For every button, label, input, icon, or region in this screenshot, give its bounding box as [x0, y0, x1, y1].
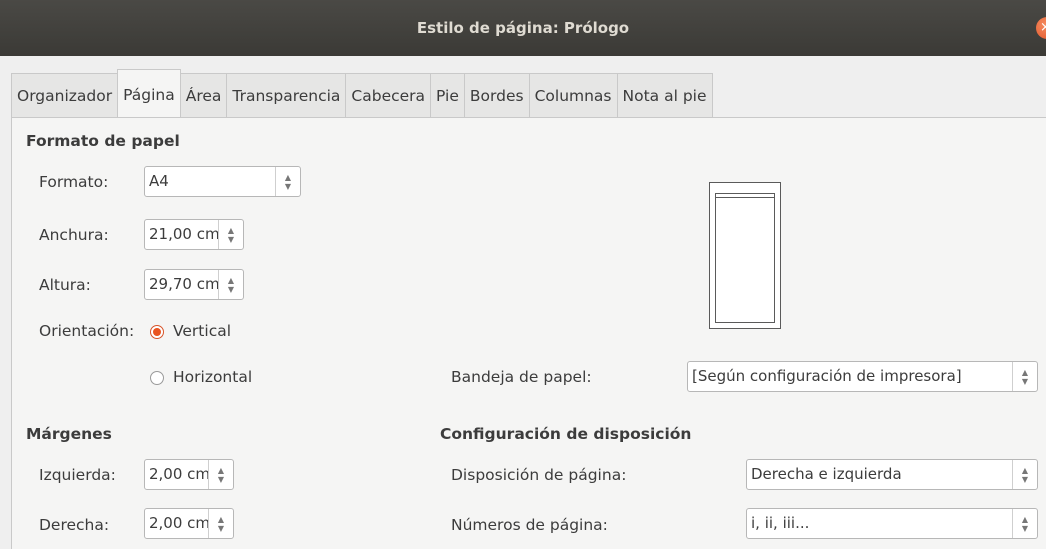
height-spinbox[interactable]: 29,70 cm ▲ ▼	[144, 269, 244, 300]
margin-right-value: 2,00 cm	[149, 514, 211, 532]
paper-tray-dropdown-arrows-icon[interactable]: ▲ ▼	[1012, 362, 1037, 391]
orientation-horizontal-radio[interactable]	[150, 371, 164, 385]
margin-right-label: Derecha:	[39, 516, 110, 534]
window-titlebar: Estilo de página: Prólogo ×	[0, 0, 1046, 56]
paper-tray-value: [Según configuración de impresora]	[692, 367, 962, 385]
page-numbers-value: i, ii, iii...	[751, 514, 810, 532]
width-stepper-icon[interactable]: ▲ ▼	[218, 220, 243, 249]
height-label: Altura:	[39, 276, 91, 294]
orientation-vertical-label[interactable]: Vertical	[173, 322, 231, 340]
format-label: Formato:	[39, 173, 109, 191]
width-label: Anchura:	[39, 226, 109, 244]
format-select[interactable]: A4 ▲ ▼	[144, 166, 301, 197]
paper-tray-label: Bandeja de papel:	[451, 368, 592, 386]
page-preview	[709, 182, 781, 329]
page-layout-label: Disposición de página:	[451, 466, 627, 484]
page-layout-select[interactable]: Derecha e izquierda ▲ ▼	[746, 459, 1038, 490]
margin-left-label: Izquierda:	[39, 466, 116, 484]
margin-left-stepper-icon[interactable]: ▲ ▼	[208, 460, 233, 489]
tab-pagina[interactable]: Página	[117, 69, 181, 117]
tab-area[interactable]: Área	[179, 73, 228, 117]
orientation-vertical-radio[interactable]	[150, 325, 164, 339]
margin-right-stepper-icon[interactable]: ▲ ▼	[208, 509, 233, 538]
width-value: 21,00 cm	[149, 225, 220, 243]
height-stepper-icon[interactable]: ▲ ▼	[218, 270, 243, 299]
layout-settings-heading: Configuración de disposición	[440, 425, 692, 443]
height-value: 29,70 cm	[149, 275, 220, 293]
page-layout-value: Derecha e izquierda	[751, 465, 902, 483]
margin-left-value: 2,00 cm	[149, 465, 211, 483]
tab-cabecera[interactable]: Cabecera	[345, 73, 432, 117]
page-numbers-select[interactable]: i, ii, iii... ▲ ▼	[746, 508, 1038, 539]
paper-tray-select[interactable]: [Según configuración de impresora] ▲ ▼	[687, 361, 1038, 392]
orientation-horizontal-label[interactable]: Horizontal	[173, 368, 252, 386]
tab-pie[interactable]: Pie	[430, 73, 465, 117]
tab-columnas[interactable]: Columnas	[528, 73, 618, 117]
tab-nota-al-pie[interactable]: Nota al pie	[616, 73, 713, 117]
format-value: A4	[149, 172, 169, 190]
page-numbers-label: Números de página:	[451, 516, 608, 534]
margins-heading: Márgenes	[26, 425, 112, 443]
tab-transparencia[interactable]: Transparencia	[226, 73, 347, 117]
window-title: Estilo de página: Prólogo	[416, 19, 630, 37]
page-layout-dropdown-arrows-icon[interactable]: ▲ ▼	[1012, 460, 1037, 489]
width-spinbox[interactable]: 21,00 cm ▲ ▼	[144, 219, 244, 250]
tab-organizador[interactable]: Organizador	[11, 73, 119, 117]
margin-right-spinbox[interactable]: 2,00 cm ▲ ▼	[144, 508, 234, 539]
tab-bordes[interactable]: Bordes	[463, 73, 530, 117]
tab-bar: Organizador Página Área Transparencia Ca…	[0, 56, 1046, 118]
format-dropdown-arrows-icon[interactable]: ▲ ▼	[275, 167, 300, 196]
page-numbers-dropdown-arrows-icon[interactable]: ▲ ▼	[1012, 509, 1037, 538]
paper-format-heading: Formato de papel	[26, 132, 180, 150]
orientation-label: Orientación:	[39, 322, 135, 340]
margin-left-spinbox[interactable]: 2,00 cm ▲ ▼	[144, 459, 234, 490]
